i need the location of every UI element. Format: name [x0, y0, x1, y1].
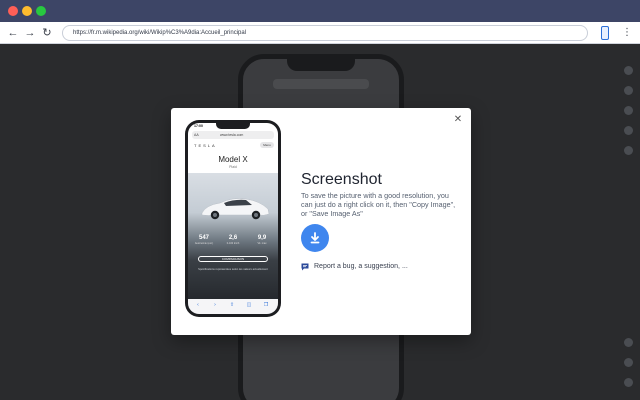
modal-description: To save the picture with a good resoluti…	[301, 191, 456, 218]
preview-stats: 547 Autonomie (est.) 2,6 0-100 km/h 9,9 …	[190, 235, 276, 249]
browser-menu-icon[interactable]: ⋮	[621, 26, 633, 40]
preview-url-bar: AA www.tesla.com	[192, 131, 274, 139]
tabs-icon: ❐	[263, 302, 269, 308]
side-tool-icon[interactable]	[624, 106, 633, 115]
bookmarks-icon: ◫	[246, 302, 252, 308]
forward-arrow-icon[interactable]: →	[23, 25, 37, 41]
maximize-window-button[interactable]	[36, 6, 46, 16]
stat-item: 9,9 Vit. max	[257, 235, 267, 245]
reload-icon[interactable]: ↻	[40, 25, 54, 41]
side-tool-icon[interactable]	[624, 66, 633, 75]
preview-hero-image: 547 Autonomie (est.) 2,6 0-100 km/h 9,9 …	[188, 173, 278, 314]
screenshot-preview[interactable]: 17:00 AA www.tesla.com TESLA Menu Model …	[185, 120, 281, 317]
preview-safari-toolbar: ‹ › ⇧ ◫ ❐	[188, 299, 278, 314]
side-tool-icon[interactable]	[624, 358, 633, 367]
side-tool-icon[interactable]	[624, 378, 633, 387]
preview-time: 17:00	[194, 124, 203, 128]
preview-brand-logo: TESLA	[194, 143, 217, 148]
minimize-window-button[interactable]	[22, 6, 32, 16]
stat-item: 547 Autonomie (est.)	[194, 235, 214, 245]
preview-specs-text: Spécifications représentées selon les va…	[198, 268, 268, 271]
browser-toolbar: ← → ↻ https://fr.m.wikipedia.org/wiki/Wi…	[0, 22, 640, 44]
close-icon[interactable]: ✕	[452, 114, 464, 126]
preview-model-title: Model X	[218, 155, 248, 164]
back-icon: ‹	[197, 302, 199, 308]
side-tool-icon[interactable]	[624, 338, 633, 347]
car-image	[201, 198, 270, 220]
address-bar[interactable]: https://fr.m.wikipedia.org/wiki/Wikip%C3…	[62, 25, 588, 41]
download-button[interactable]	[301, 224, 329, 252]
side-tool-icon[interactable]	[624, 146, 633, 155]
back-arrow-icon[interactable]: ←	[6, 25, 20, 41]
mobile-device-icon[interactable]	[598, 25, 612, 42]
report-label: Report a bug, a suggestion, ...	[314, 263, 408, 270]
forward-icon: ›	[214, 302, 216, 308]
preview-compare-button: COMPARAISON	[198, 256, 268, 262]
modal-title: Screenshot	[301, 171, 382, 188]
window-titlebar	[0, 0, 640, 22]
side-tool-icon[interactable]	[624, 86, 633, 95]
close-window-button[interactable]	[8, 6, 18, 16]
stat-item: 2,6 0-100 km/h	[226, 235, 240, 245]
side-tool-icon[interactable]	[624, 126, 633, 135]
preview-submodel: Plaid	[229, 165, 237, 169]
download-icon	[310, 232, 320, 244]
preview-screen: 17:00 AA www.tesla.com TESLA Menu Model …	[188, 123, 278, 314]
feedback-icon	[301, 263, 309, 271]
share-icon: ⇧	[229, 302, 235, 308]
preview-menu-button: Menu	[260, 142, 274, 148]
screenshot-modal: ✕ 17:00 AA www.tesla.com TESLA Menu Mode…	[171, 108, 471, 335]
